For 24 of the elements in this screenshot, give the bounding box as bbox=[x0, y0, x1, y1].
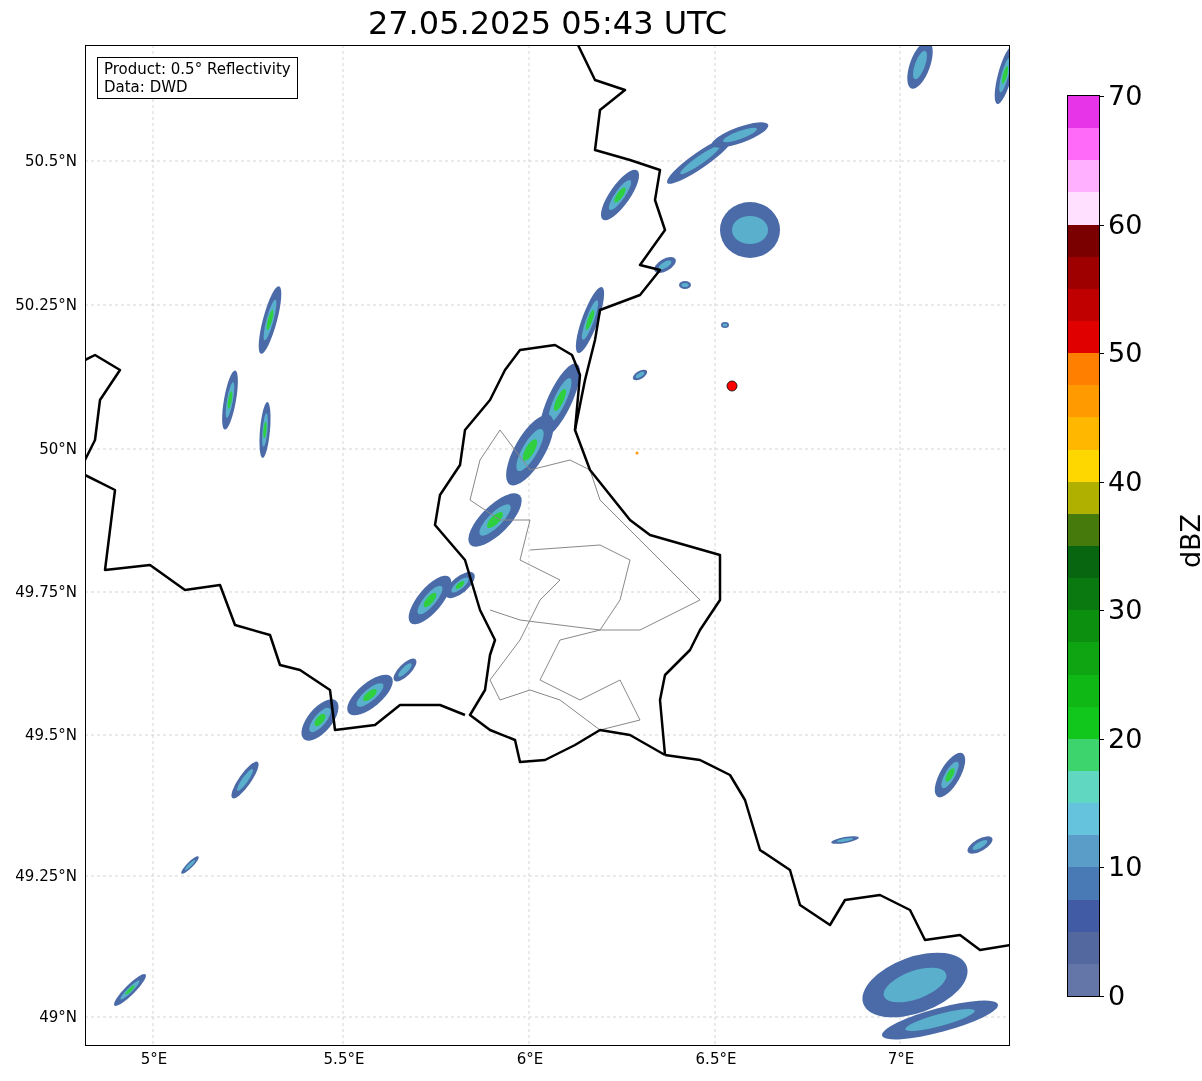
axis-tick-label: 5°E bbox=[140, 1050, 168, 1068]
axis-tick-label: 49°N bbox=[39, 1008, 77, 1026]
axis-tick-label: 50.25°N bbox=[15, 296, 77, 314]
legend-text: Product: 0.5° Reflectivity bbox=[104, 60, 291, 78]
axis-tick-label: 50.5°N bbox=[24, 152, 77, 170]
colorbar-tick-label: 30 bbox=[1108, 595, 1143, 626]
colorbar-tick-label: 50 bbox=[1108, 338, 1143, 369]
axis-tick-label: 6°E bbox=[516, 1050, 544, 1068]
axis-tick-label: 49.25°N bbox=[15, 867, 77, 885]
colorbar-tick-label: 10 bbox=[1108, 852, 1143, 883]
axis-tick-label: 6.5°E bbox=[695, 1050, 737, 1068]
axis-tick-label: 49.75°N bbox=[15, 583, 77, 601]
legend-text: Data: DWD bbox=[104, 78, 189, 96]
colorbar-tick-label: 60 bbox=[1108, 209, 1143, 240]
axis-tick-label: 5.5°E bbox=[323, 1050, 365, 1068]
axis-tick-label: 7°E bbox=[887, 1050, 915, 1068]
colorbar-tick-label: 40 bbox=[1108, 466, 1143, 497]
colorbar-label: dBZ bbox=[1176, 513, 1202, 569]
chart-title: 27.05.2025 05:43 UTC bbox=[367, 4, 728, 44]
axis-tick-label: 49.5°N bbox=[24, 726, 77, 744]
axis-tick-label: 50°N bbox=[39, 440, 77, 458]
colorbar-tick-label: 70 bbox=[1108, 81, 1143, 111]
colorbar-tick-label: 20 bbox=[1108, 723, 1143, 754]
colorbar-tick-label: 0 bbox=[1108, 981, 1126, 1011]
